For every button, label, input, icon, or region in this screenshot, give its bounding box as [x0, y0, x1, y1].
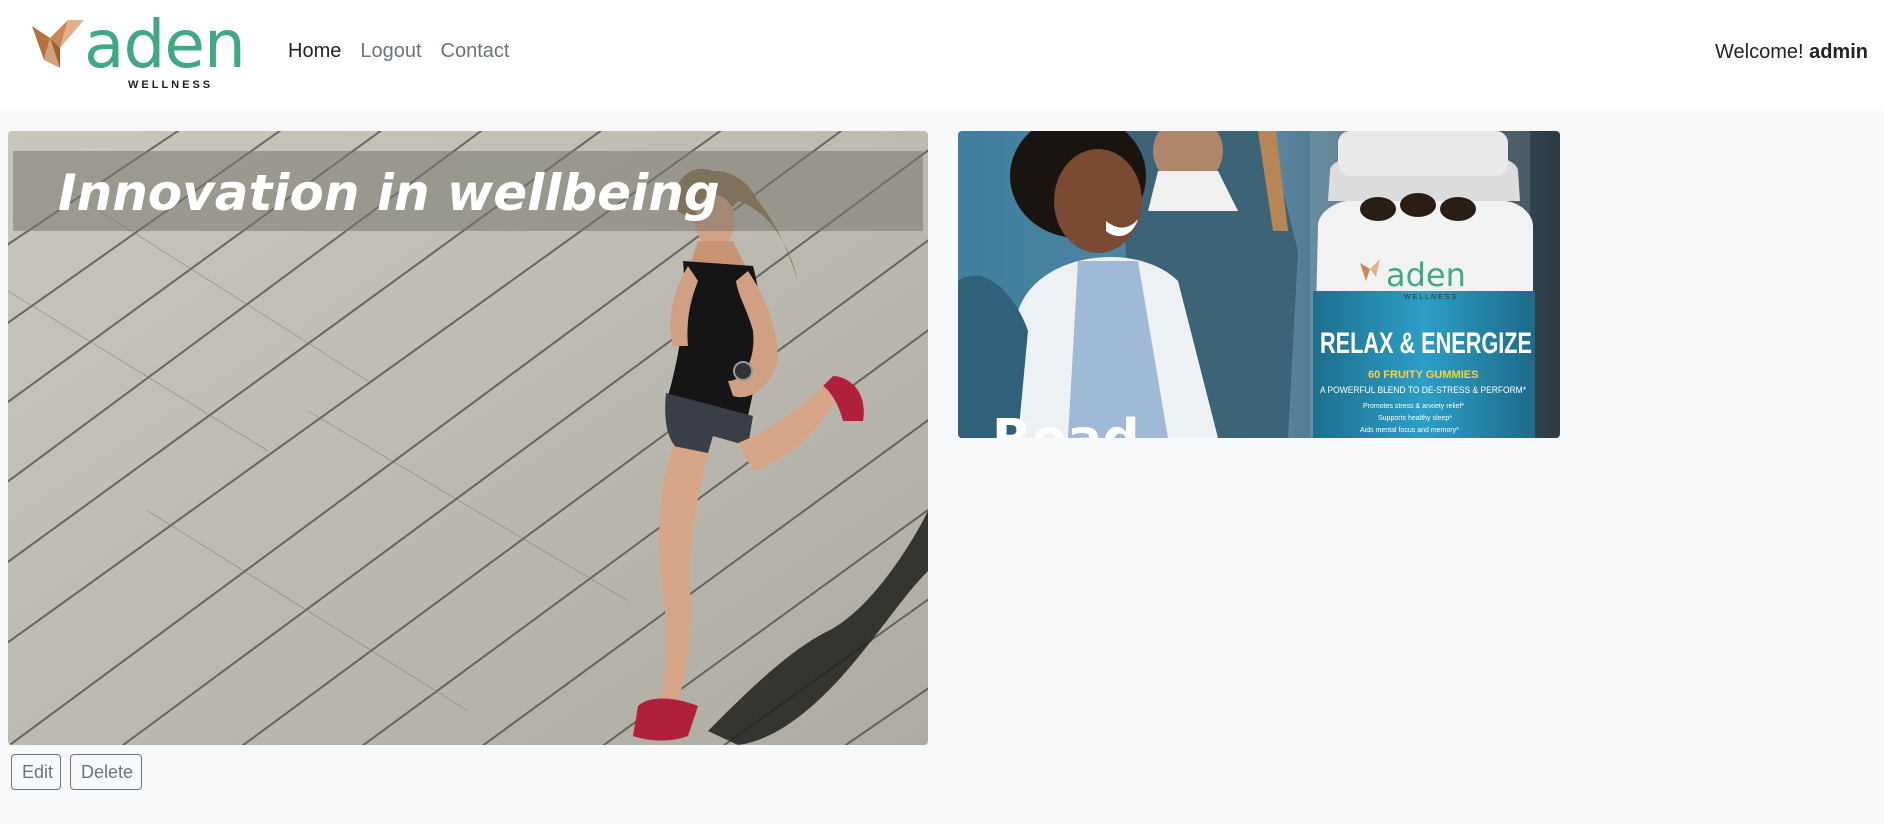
jar-benefit: Aids mental focus and memory* [1360, 427, 1459, 434]
welcome-text: Welcome! [1714, 41, 1804, 63]
jar-benefit: Supports healthy sleep* [1378, 415, 1452, 422]
jar-brand-sub: WELLNESS [1404, 294, 1458, 301]
welcome-message: Welcome! admin [1715, 41, 1868, 64]
product-photo: aden WELLNESS RELAX & ENERGIZE 60 FRUITY… [958, 131, 1560, 438]
brand-subtitle: WELLNESS [128, 79, 214, 91]
jar-tagline: A POWERFUL BLEND TO DE-STRESS & PERFORM* [1320, 385, 1526, 395]
brand-name: aden [84, 6, 246, 83]
jar-count: 60 FRUITY GUMMIES [1368, 369, 1478, 381]
brand-logo[interactable]: aden WELLNESS [30, 6, 255, 94]
nav-logout[interactable]: Logout [360, 40, 421, 63]
username: admin [1809, 41, 1868, 63]
nav-home[interactable]: Home [288, 40, 341, 63]
bird-logo-icon [32, 20, 84, 68]
delete-button[interactable]: Delete [70, 754, 142, 790]
jar-benefit: Promotes stress & anxiety relief* [1363, 403, 1464, 410]
main-nav: Home Logout Contact [288, 40, 509, 63]
nav-contact[interactable]: Contact [441, 40, 510, 63]
hero-card[interactable]: Innovation in wellbeing [8, 131, 928, 745]
product-card[interactable]: aden WELLNESS RELAX & ENERGIZE 60 FRUITY… [958, 131, 1560, 438]
jar-brand: aden [1386, 256, 1466, 294]
side-card-title: Read [992, 409, 1140, 438]
navbar: aden WELLNESS Home Logout Contact Welcom… [0, 0, 1884, 109]
hero-title: Innovation in wellbeing [58, 164, 720, 222]
edit-button[interactable]: Edit [11, 754, 61, 790]
jar-product-name: RELAX & ENERGIZE [1320, 327, 1532, 360]
